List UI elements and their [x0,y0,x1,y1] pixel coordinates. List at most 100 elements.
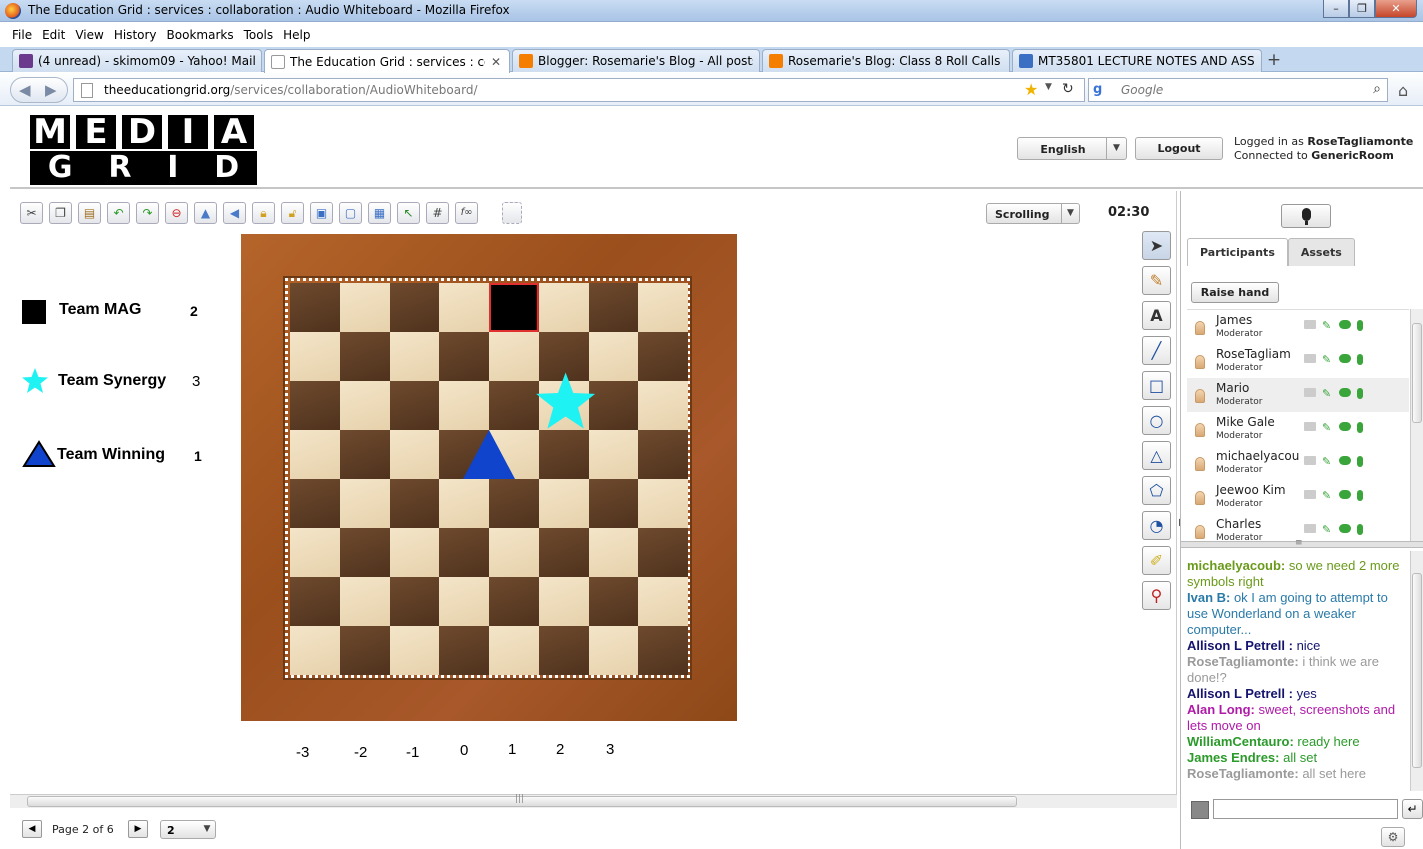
microphone-button[interactable] [1281,204,1331,228]
participant-row[interactable]: James Moderator ✎ [1187,310,1409,344]
mic-icon[interactable] [1357,490,1363,501]
participant-row[interactable]: Mike Gale Moderator ✎ [1187,412,1409,446]
camera-icon[interactable] [1304,354,1316,363]
logout-button[interactable]: Logout [1135,137,1223,160]
triangle-tool-icon[interactable]: △ [1142,441,1171,470]
undo-icon[interactable]: ↶ [107,202,130,224]
menu-edit[interactable]: Edit [38,26,71,46]
next-page-button[interactable]: ▶ [128,820,148,838]
participants-scrollbar[interactable] [1410,309,1423,541]
chat-icon[interactable] [1339,320,1351,329]
reload-icon[interactable]: ↻ [1062,81,1074,97]
rectangle-tool-icon[interactable]: □ [1142,371,1171,400]
tab-yahoo-mail[interactable]: (4 unread) - skimom09 - Yahoo! Mail [12,49,262,72]
chat-icon[interactable] [1339,490,1351,499]
team-mag-piece[interactable] [489,283,539,332]
participant-row[interactable]: Jeewoo Kim Moderator ✎ [1187,480,1409,514]
lock-icon[interactable]: 🔒︎ [252,202,275,224]
menu-help[interactable]: Help [279,26,316,46]
send-back-icon[interactable]: ▢ [339,202,362,224]
line-tool-icon[interactable]: ╱ [1142,336,1171,365]
chat-input[interactable] [1213,799,1398,819]
text-tool-icon[interactable]: A [1142,301,1171,330]
delete-icon[interactable]: ⊖ [165,202,188,224]
formula-icon[interactable]: f∞ [455,202,478,224]
home-icon[interactable]: ⌂ [1398,81,1408,100]
mic-icon[interactable] [1357,524,1363,535]
chat-scrollbar[interactable] [1410,551,1423,791]
camera-icon[interactable] [1304,456,1316,465]
chat-icon[interactable] [1339,422,1351,431]
text-color-picker[interactable] [1191,801,1209,819]
pie-tool-icon[interactable]: ◔ [1142,511,1171,540]
whiteboard-horizontal-scrollbar[interactable]: ||| [10,794,1177,808]
language-select[interactable]: English ▼ [1017,137,1127,160]
grid-icon[interactable]: # [426,202,449,224]
search-input[interactable] [1121,82,1361,98]
pointer-icon[interactable]: ↖ [397,202,420,224]
scroll-mode-select[interactable]: Scrolling ▼ [986,203,1080,224]
mic-icon[interactable] [1357,456,1363,467]
pen-icon[interactable]: ✎ [1322,388,1333,399]
scrollbar-thumb[interactable] [1412,323,1422,423]
chat-icon[interactable] [1339,456,1351,465]
tab-blogger-posts[interactable]: Blogger: Rosemarie's Blog - All posts [512,49,760,72]
chat-icon[interactable] [1339,524,1351,533]
select-arrow-icon[interactable]: ➤ [1142,231,1171,260]
pen-icon[interactable]: ✎ [1322,456,1333,467]
menu-bookmarks[interactable]: Bookmarks [163,26,240,46]
participant-row[interactable]: Mario Moderator ✎ [1187,378,1409,412]
pen-icon[interactable]: ✎ [1322,320,1333,331]
paste-icon[interactable]: ▤ [78,202,101,224]
back-arrow-icon[interactable]: ◀ [19,81,31,99]
tab-lecture-notes[interactable]: MT35801 LECTURE NOTES AND ASSI... [1012,49,1262,72]
close-tab-icon[interactable]: ✕ [489,55,503,69]
pen-icon[interactable]: ✎ [1322,422,1333,433]
mic-icon[interactable] [1357,388,1363,399]
gear-icon[interactable]: ⚙ [1381,827,1405,847]
raise-hand-button[interactable]: Raise hand [1191,282,1279,303]
stamp-icon[interactable]: ⚲ [1142,581,1171,610]
tab-education-grid[interactable]: The Education Grid : services : collab..… [264,49,510,73]
bookmark-star-icon[interactable]: ★ [1024,80,1038,99]
tab-assets[interactable]: Assets [1287,238,1355,266]
tab-blog-roll-calls[interactable]: Rosemarie's Blog: Class 8 Roll Calls &..… [762,49,1010,72]
copy-icon[interactable]: ❐ [49,202,72,224]
pencil-icon[interactable]: ✎ [1142,266,1171,295]
camera-icon[interactable] [1304,490,1316,499]
previous-page-button[interactable]: ◀ [22,820,42,838]
camera-icon[interactable] [1304,422,1316,431]
participant-row[interactable]: michaelyacou Moderator ✎ [1187,446,1409,480]
menu-tools[interactable]: Tools [240,26,280,46]
maximize-button[interactable]: ❐ [1349,0,1375,18]
forward-arrow-icon[interactable]: ▶ [45,81,57,99]
team-synergy-piece[interactable] [536,372,596,429]
participant-row[interactable]: Charles Moderator ✎ [1187,514,1409,541]
menu-view[interactable]: View [71,26,109,46]
cut-icon[interactable]: ✂ [20,202,43,224]
redo-icon[interactable]: ↷ [136,202,159,224]
polygon-tool-icon[interactable]: ⬠ [1142,476,1171,505]
tab-participants[interactable]: Participants [1187,238,1288,266]
chat-icon[interactable] [1339,354,1351,363]
google-icon[interactable]: g [1093,82,1109,98]
pen-icon[interactable]: ✎ [1322,524,1333,535]
new-tab-button[interactable]: + [1263,50,1285,71]
mic-icon[interactable] [1357,320,1363,331]
image-icon[interactable]: ▦ [368,202,391,224]
url-bar[interactable]: theeducationgrid.org/services/collaborat… [73,78,1085,102]
send-icon[interactable]: ↵ [1402,799,1423,819]
menu-history[interactable]: History [110,26,163,46]
search-icon[interactable]: ⌕ [1373,81,1381,97]
ellipse-tool-icon[interactable]: ○ [1142,406,1171,435]
panel-splitter[interactable]: ≡ [1181,538,1423,548]
pen-icon[interactable]: ✎ [1322,354,1333,365]
url-text[interactable]: theeducationgrid.org/services/collaborat… [104,83,478,97]
selection-box-icon[interactable] [502,202,522,224]
camera-icon[interactable] [1304,320,1316,329]
camera-icon[interactable] [1304,524,1316,533]
minimize-button[interactable]: – [1323,0,1349,18]
highlighter-icon[interactable]: ✐ [1142,546,1171,575]
participant-row[interactable]: RoseTagliam Moderator ✎ [1187,344,1409,378]
menu-file[interactable]: File [8,26,38,46]
